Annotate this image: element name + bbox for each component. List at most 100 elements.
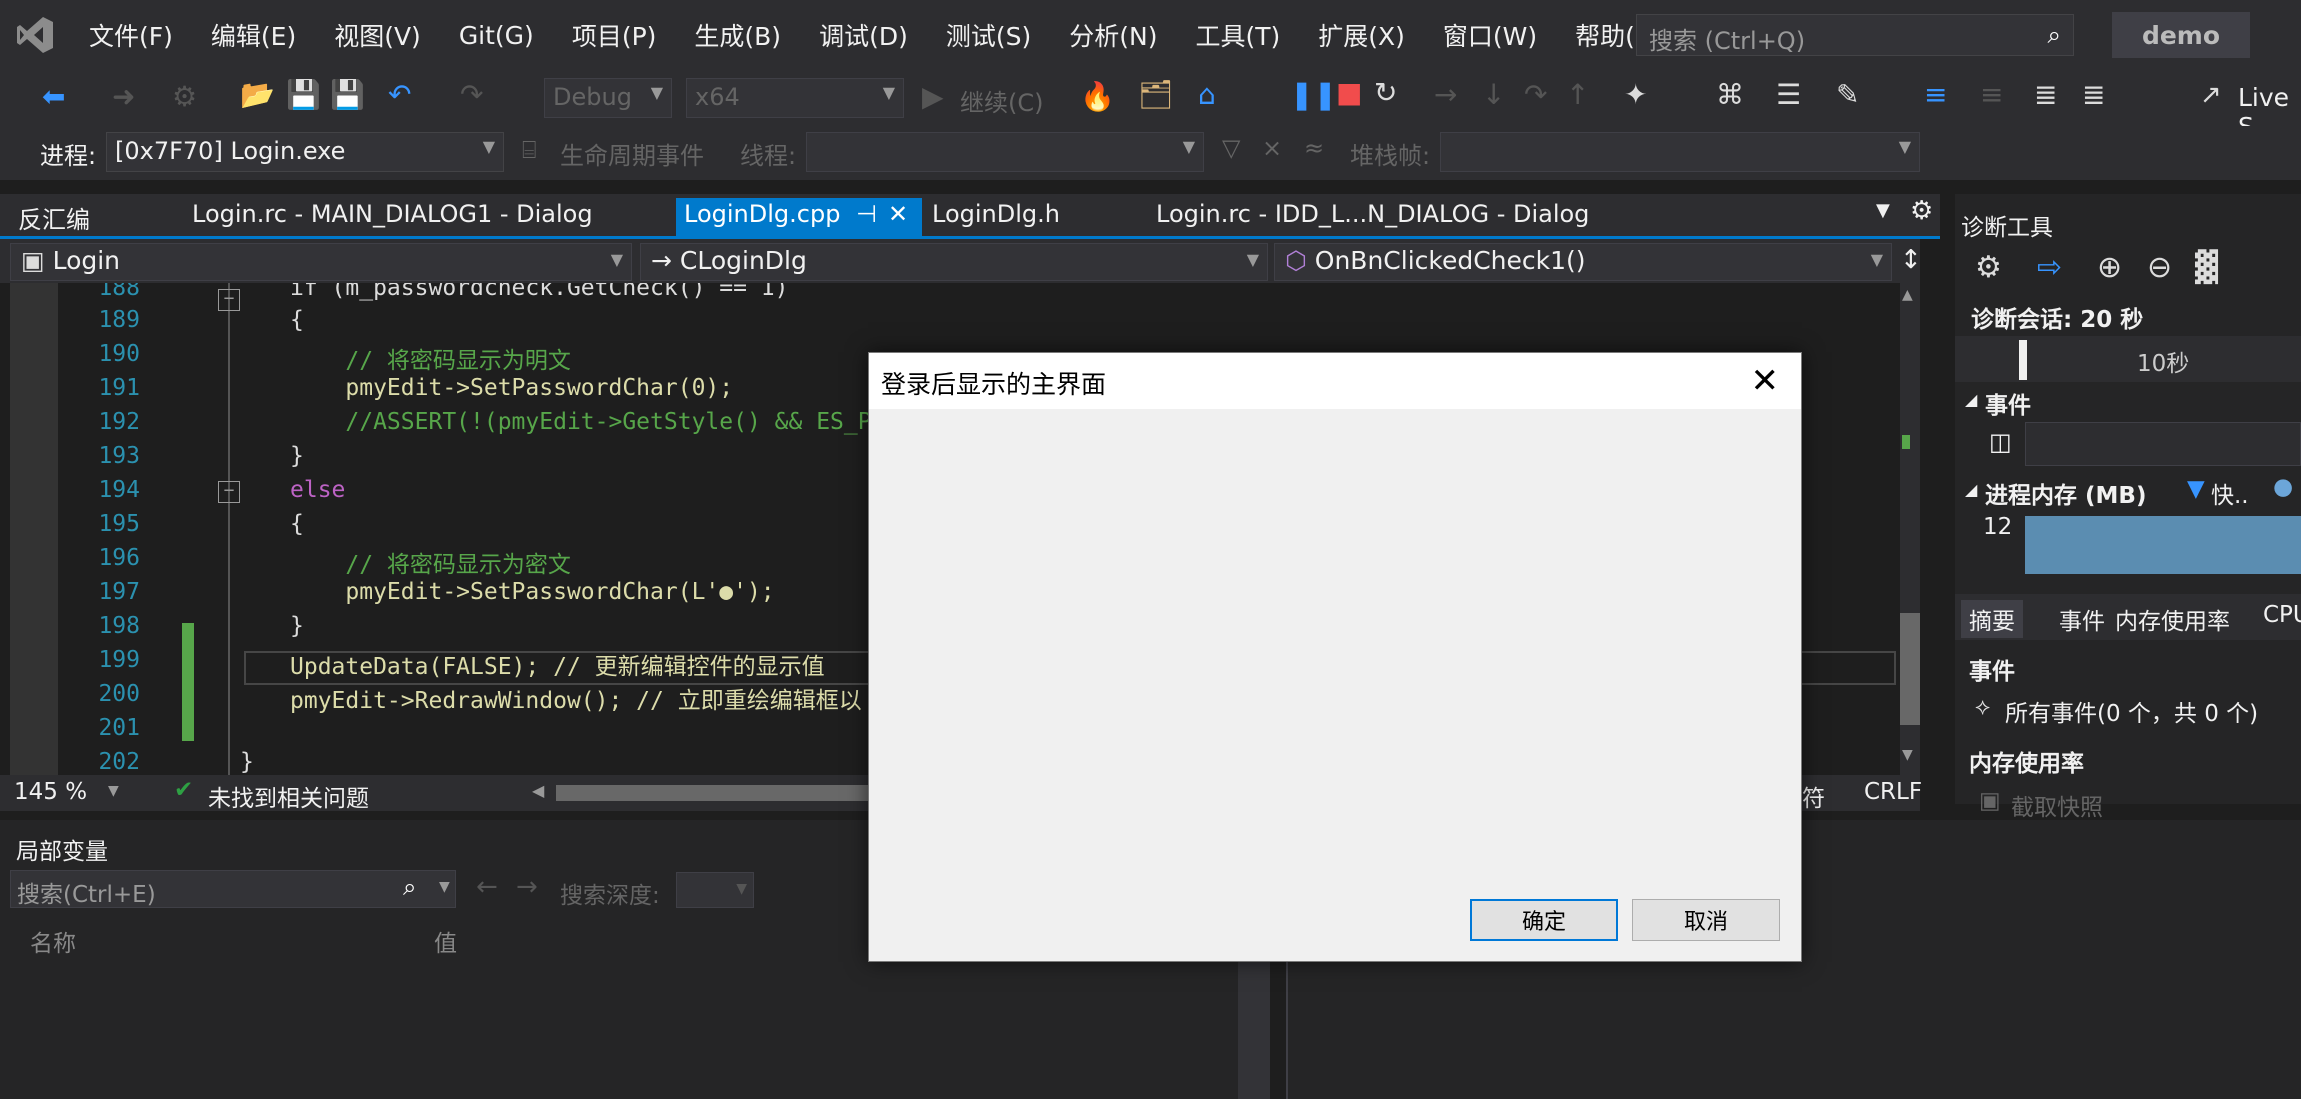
back-icon[interactable]: ⬅ — [42, 80, 65, 113]
dialog-titlebar[interactable]: 登录后显示的主界面 — [869, 353, 1801, 409]
zoom-dropdown[interactable]: 145 % — [14, 779, 87, 805]
camera-icon[interactable]: ▣ — [1979, 788, 2001, 814]
cancel-button[interactable]: 取消 — [1632, 899, 1780, 941]
settings-gear-icon[interactable]: ⚙ — [1975, 250, 2002, 285]
uncomment-icon[interactable]: ≡ — [1980, 78, 2003, 111]
undo-icon[interactable]: ↶ — [388, 78, 411, 111]
hex-display-icon[interactable]: ⌘ — [1716, 78, 1744, 111]
menu-view[interactable]: 视图(V) — [315, 17, 440, 53]
take-snapshot-button[interactable]: 截取快照 — [2011, 788, 2103, 822]
tab-logindlg-h[interactable]: LoginDlg.h — [924, 198, 1068, 236]
tab-memory-usage[interactable]: 内存使用率 — [2115, 602, 2230, 636]
pause-icon[interactable]: ❚❚ — [1290, 78, 1337, 111]
step-out-icon[interactable]: ↑ — [1566, 78, 1589, 111]
search-depth-dropdown[interactable]: ▼ — [676, 872, 754, 908]
close-icon[interactable]: ✕ — [1751, 361, 1780, 401]
collapse-toggle-icon[interactable]: − — [218, 481, 240, 503]
scroll-left-icon[interactable]: ◀ — [532, 781, 544, 800]
tab-summary[interactable]: 摘要 — [1961, 600, 2023, 638]
collapse-toggle-icon[interactable]: − — [218, 289, 240, 311]
continue-button[interactable]: 继续(C) — [960, 83, 1043, 118]
edit-icon[interactable]: ✎ — [1836, 78, 1859, 111]
scroll-down-icon[interactable]: ▼ — [1902, 747, 1913, 763]
close-icon[interactable]: ✕ — [888, 200, 908, 228]
tab-cpu[interactable]: CPU — [2263, 602, 2301, 628]
process-dropdown[interactable]: [0x7F70] Login.exe ▼ — [106, 132, 504, 172]
indent-icon[interactable]: ≣ — [2082, 78, 2105, 111]
locals-search-input[interactable]: 搜索(Ctrl+E) ⌕ ▼ — [10, 870, 456, 908]
column-value-header[interactable]: 值 — [434, 924, 457, 958]
application-icon[interactable]: ⌂ — [1198, 78, 1216, 111]
redo-icon[interactable]: ↷ — [460, 78, 483, 111]
outdent-icon[interactable]: ≣ — [2034, 78, 2057, 111]
zoom-out-icon[interactable]: ⊖ — [2147, 250, 2172, 285]
show-next-statement-icon[interactable]: → — [1434, 78, 1457, 111]
encoding-status[interactable]: 符 — [1802, 779, 1825, 813]
menu-debug[interactable]: 调试(D) — [800, 17, 927, 53]
tab-disassembly[interactable]: 反汇编 — [10, 198, 98, 236]
menu-window[interactable]: 窗口(W) — [1424, 17, 1556, 53]
step-into-icon[interactable]: ↓ — [1482, 78, 1505, 111]
thread-dropdown[interactable]: ▼ — [806, 132, 1204, 172]
search-icon[interactable]: ⌕ — [403, 873, 416, 901]
vertical-scrollbar[interactable]: ▲ ▼ — [1900, 283, 1920, 775]
menu-extensions[interactable]: 扩展(X) — [1299, 17, 1424, 53]
pause-events-icon[interactable]: ◫ — [1989, 428, 2012, 456]
menu-test[interactable]: 测试(S) — [927, 17, 1050, 53]
lifecycle-events-button[interactable]: 生命周期事件 — [560, 136, 704, 171]
save-all-icon[interactable]: 💾 — [330, 78, 365, 111]
tab-list-dropdown-icon[interactable]: ▼ — [1876, 200, 1890, 221]
chevron-down-icon[interactable]: ▼ — [439, 879, 450, 895]
config-dropdown[interactable]: Debug ▼ — [544, 78, 672, 118]
menu-tools[interactable]: 工具(T) — [1176, 17, 1299, 53]
all-events-link[interactable]: 所有事件(0 个，共 0 个) — [2005, 694, 2258, 728]
stackframe-dropdown[interactable]: ▼ — [1440, 132, 1920, 172]
hot-reload-icon[interactable]: 🔥 — [1080, 80, 1115, 113]
open-folder-icon[interactable]: 📂 — [240, 78, 275, 111]
search-back-icon[interactable]: ← — [476, 872, 498, 902]
search-box[interactable]: 搜索 (Ctrl+Q) ⌕ — [1636, 14, 2074, 56]
step-over-icon[interactable]: ↷ — [1524, 78, 1547, 111]
continue-icon[interactable]: ▶ — [922, 80, 944, 113]
save-icon[interactable]: 💾 — [286, 78, 321, 111]
menu-file[interactable]: 文件(F) — [70, 17, 192, 53]
menu-analyze[interactable]: 分析(N) — [1050, 17, 1176, 53]
tab-logindlg-cpp[interactable]: LoginDlg.cpp ⊣ ✕ — [676, 198, 922, 236]
threads-icon[interactable]: ☰ — [1776, 78, 1801, 111]
forward-icon[interactable]: ➜ — [112, 80, 135, 113]
gear-icon[interactable]: ⚙ — [1910, 196, 1933, 226]
menu-edit[interactable]: 编辑(E) — [192, 17, 315, 53]
search-forward-icon[interactable]: → — [516, 872, 538, 902]
ok-button[interactable]: 确定 — [1470, 899, 1618, 941]
horizontal-scroll-thumb[interactable] — [556, 785, 876, 801]
chart-icon[interactable]: ▓ — [2195, 250, 2218, 285]
menu-git[interactable]: Git(G) — [440, 21, 553, 50]
profile-badge[interactable]: demo — [2112, 12, 2250, 58]
memory-graph[interactable] — [2025, 516, 2301, 574]
line-ending-status[interactable]: CRLF — [1864, 779, 1922, 805]
filter-icon[interactable]: ▽ — [1222, 134, 1240, 162]
restart-icon[interactable]: ↻ — [1374, 76, 1397, 109]
tab-events[interactable]: 事件 — [2059, 602, 2105, 636]
clear-filter-icon[interactable]: ⨯ — [1262, 134, 1282, 162]
live-share-icon[interactable]: ↗ — [2200, 80, 2222, 110]
scroll-up-icon[interactable]: ▲ — [1902, 287, 1913, 303]
column-name-header[interactable]: 名称 — [30, 924, 76, 958]
menu-build[interactable]: 生成(B) — [675, 17, 800, 53]
timeline-ruler[interactable]: 10秒 — [1955, 336, 2301, 382]
new-item-icon[interactable]: ⚙ — [172, 80, 197, 113]
tab-login-rc-main-dialog[interactable]: Login.rc - MAIN_DIALOG1 - Dialog — [184, 198, 601, 236]
breakpoints-icon[interactable]: ✦ — [1624, 78, 1647, 111]
issues-status[interactable]: 未找到相关问题 — [208, 779, 369, 813]
tab-login-rc-idd-dialog[interactable]: Login.rc - IDD_L...N_DIALOG - Dialog — [1148, 198, 1597, 236]
select-tools-icon[interactable]: ⇨ — [2037, 250, 2062, 285]
timeline-cursor[interactable] — [2019, 340, 2027, 380]
stop-icon[interactable]: ■ — [1336, 76, 1362, 109]
platform-dropdown[interactable]: x64 ▼ — [686, 78, 904, 118]
member-dropdown[interactable]: ⬡ OnBnClickedCheck1() ▼ — [1274, 243, 1892, 281]
scroll-thumb[interactable] — [1900, 613, 1920, 725]
menu-project[interactable]: 项目(P) — [553, 17, 676, 53]
project-dropdown[interactable]: ▣ Login ▼ — [10, 243, 632, 281]
comment-icon[interactable]: ≡ — [1924, 78, 1947, 111]
zoom-in-icon[interactable]: ⊕ — [2097, 250, 2122, 285]
